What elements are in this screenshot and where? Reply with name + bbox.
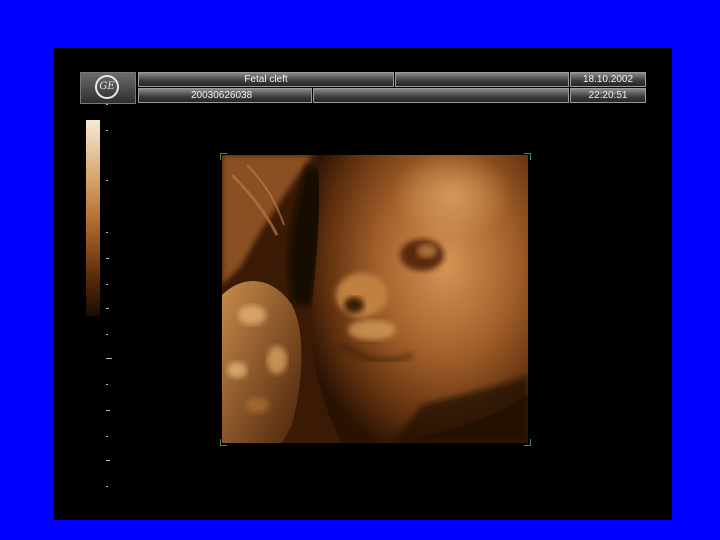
exam-title: Fetal cleft	[138, 72, 394, 87]
fetal-face-illustration	[222, 155, 528, 443]
ge-logo-text: GE	[95, 75, 119, 99]
patient-id: 20030626038	[138, 88, 312, 103]
ultrasound-screen: GE Fetal cleft 18.10.2002 20030626038 22…	[54, 48, 672, 520]
color-scale-bar	[86, 120, 100, 316]
header-empty-field	[395, 72, 569, 87]
header-empty-field-2	[313, 88, 569, 103]
fetal-3d-render	[222, 155, 528, 443]
exam-date: 18.10.2002	[570, 72, 646, 87]
exam-time: 22:20:51	[570, 88, 646, 103]
ge-logo-icon: GE	[80, 72, 136, 104]
